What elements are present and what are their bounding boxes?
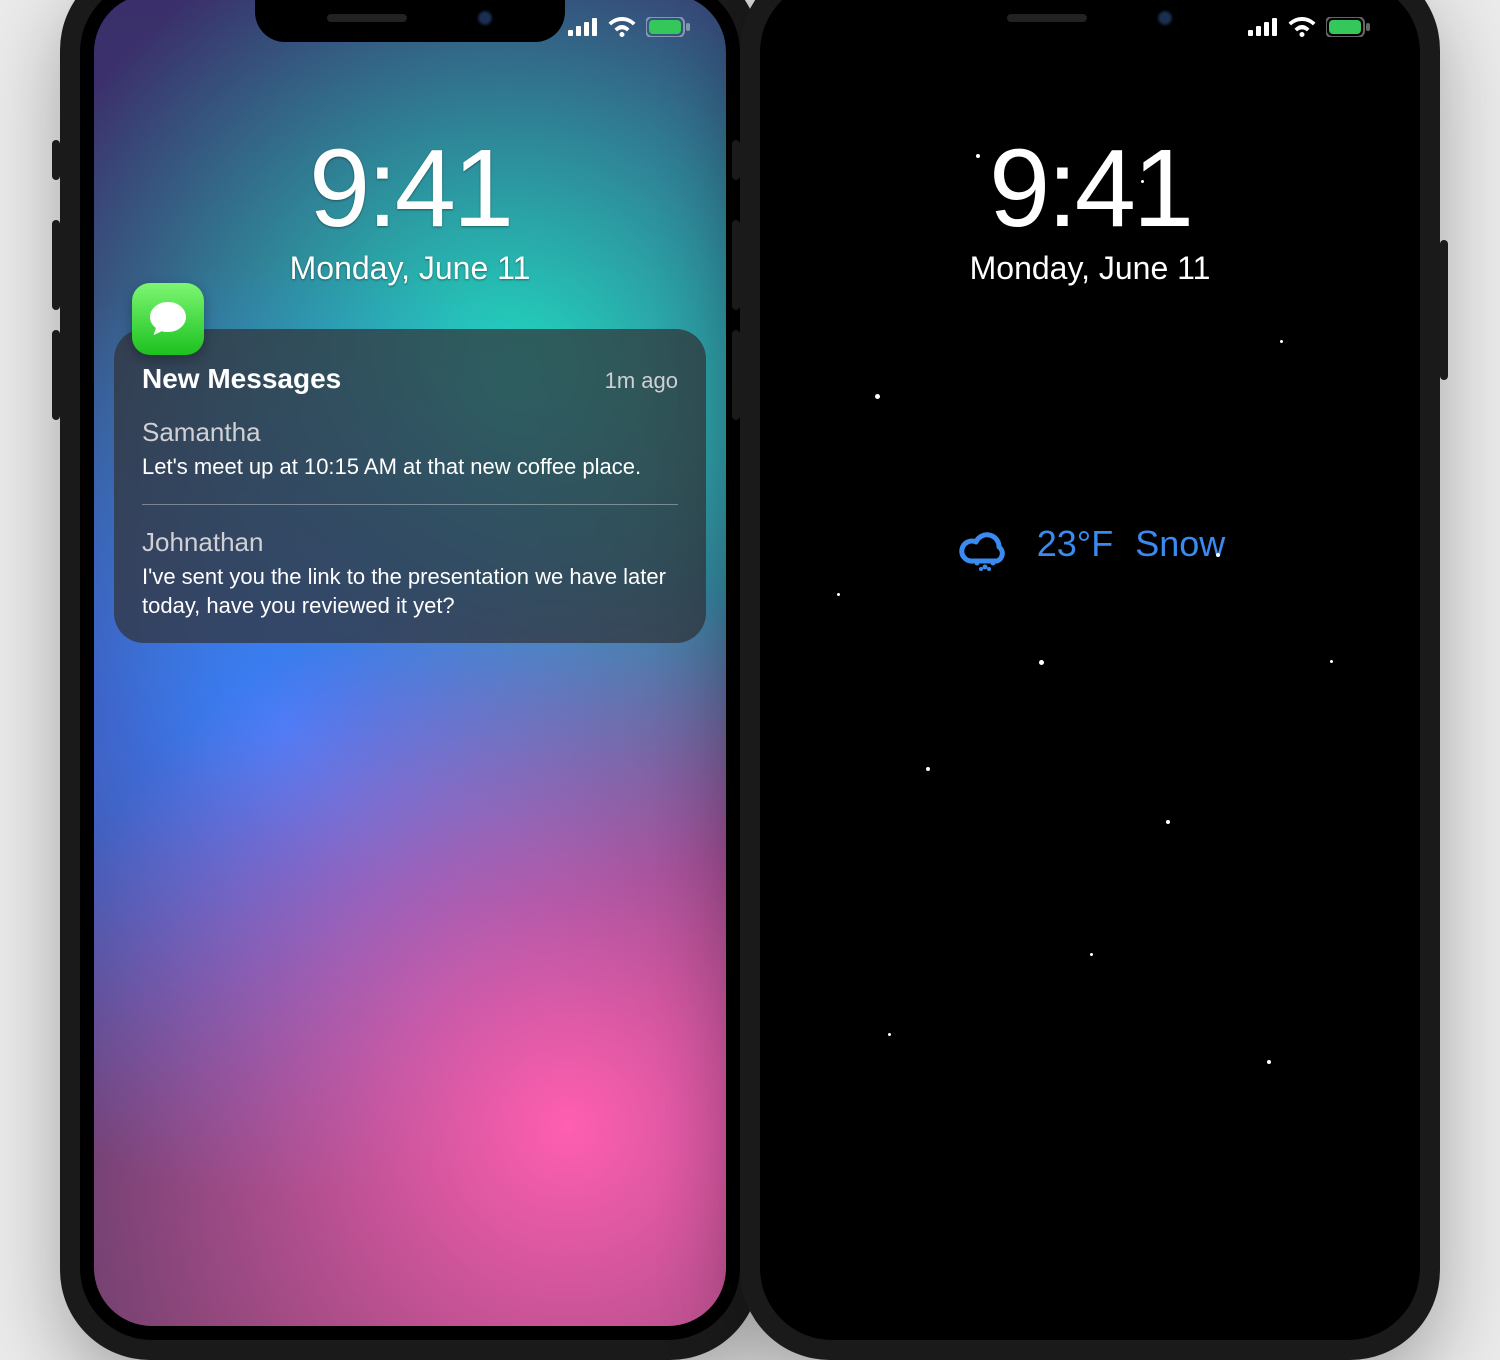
earpiece-speaker <box>1007 14 1087 22</box>
mute-switch <box>732 140 740 180</box>
star <box>976 154 980 158</box>
star <box>1141 180 1144 183</box>
front-camera <box>1157 10 1173 26</box>
star <box>1090 953 1093 956</box>
message-body: Let's meet up at 10:15 AM at that new co… <box>142 452 678 482</box>
lock-screen-clock: 9:41 Monday, June 11 <box>94 134 726 287</box>
notification-timestamp: 1m ago <box>605 368 678 394</box>
clock-time: 9:41 <box>94 134 726 244</box>
battery-icon <box>1326 17 1370 37</box>
wifi-icon <box>1288 17 1316 37</box>
star <box>1330 660 1333 663</box>
mute-switch <box>52 140 60 180</box>
starfield-wallpaper <box>774 0 1406 1326</box>
volume-up-button <box>52 220 60 310</box>
star <box>926 767 930 771</box>
message-sender: Johnathan <box>142 527 678 558</box>
messages-app-icon <box>132 283 204 355</box>
display-notch <box>935 0 1245 42</box>
star <box>837 593 840 596</box>
earpiece-speaker <box>327 14 407 22</box>
star <box>1166 820 1170 824</box>
lock-screen-light[interactable]: 9:41 Monday, June 11 New Messages 1m ago <box>94 0 726 1326</box>
message-sender: Samantha <box>142 417 678 448</box>
clock-date: Monday, June 11 <box>94 250 726 287</box>
notification-message: Samantha Let's meet up at 10:15 AM at th… <box>142 417 678 482</box>
volume-up-button <box>732 220 740 310</box>
volume-down-button <box>732 330 740 420</box>
star <box>1216 553 1220 557</box>
message-body: I've sent you the link to the presentati… <box>142 562 678 621</box>
star <box>1280 340 1283 343</box>
star <box>888 1033 891 1036</box>
notification-card[interactable]: New Messages 1m ago Samantha Let's meet … <box>114 329 706 643</box>
notification-title: New Messages <box>142 363 341 395</box>
notification-message: Johnathan I've sent you the link to the … <box>142 527 678 621</box>
battery-icon <box>646 17 690 37</box>
volume-down-button <box>52 330 60 420</box>
star <box>1267 1060 1271 1064</box>
display-notch <box>255 0 565 42</box>
wifi-icon <box>608 17 636 37</box>
power-button <box>1440 240 1448 380</box>
phone-mockup-dark: 9:41 Monday, June 11 23°F Snow <box>740 0 1440 1360</box>
star <box>875 394 880 399</box>
message-divider <box>142 504 678 505</box>
cellular-signal-icon <box>1248 18 1278 36</box>
front-camera <box>477 10 493 26</box>
cellular-signal-icon <box>568 18 598 36</box>
star <box>1039 660 1044 665</box>
phone-mockup-light: 9:41 Monday, June 11 New Messages 1m ago <box>60 0 760 1360</box>
lock-screen-dark[interactable]: 9:41 Monday, June 11 23°F Snow <box>774 0 1406 1326</box>
